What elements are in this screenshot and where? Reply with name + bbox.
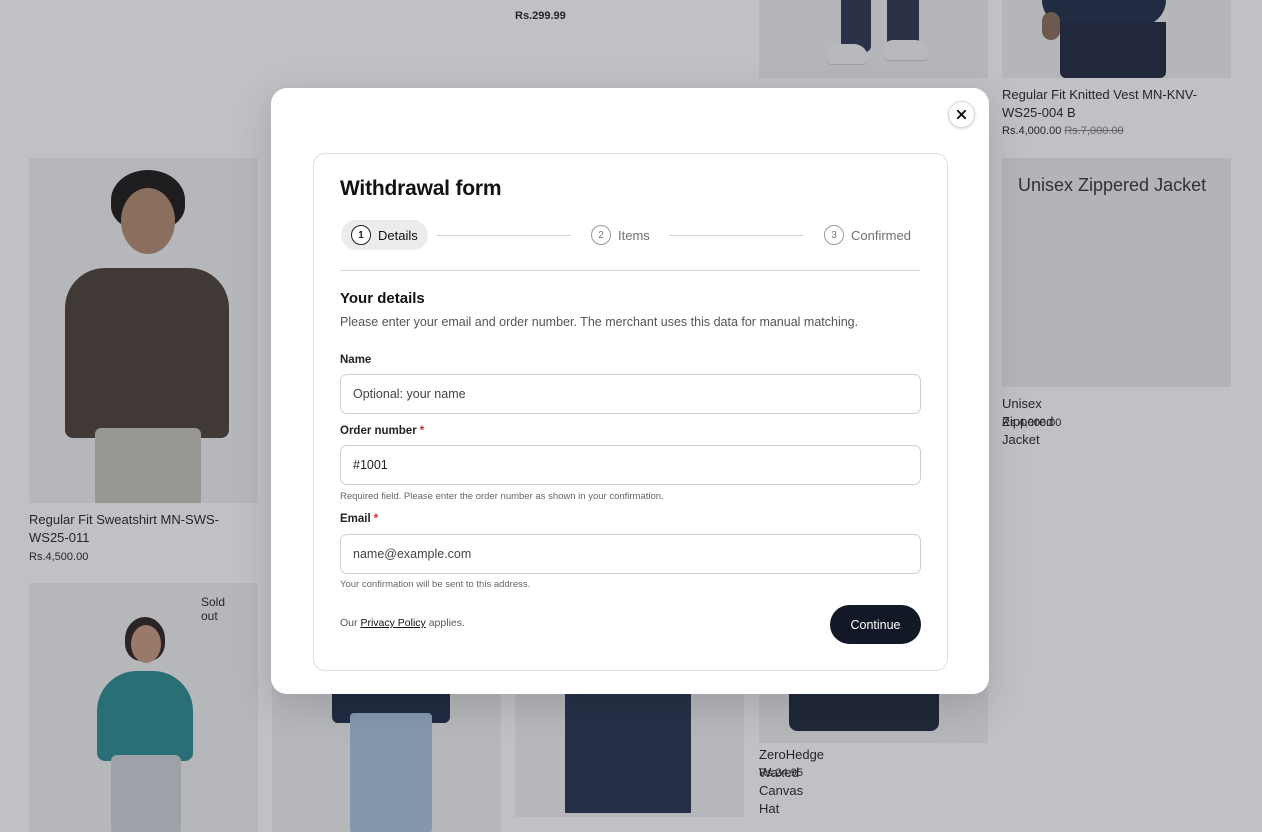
step-number: 2 xyxy=(591,225,611,245)
step-label: Details xyxy=(378,227,418,243)
step-items: 2 Items xyxy=(591,220,650,250)
step-confirmed: 3 Confirmed xyxy=(824,220,911,250)
email-hint: Your confirmation will be sent to this a… xyxy=(340,579,531,590)
required-mark: * xyxy=(373,513,379,525)
order-number-hint: Required field. Please enter the order n… xyxy=(340,491,664,502)
form-title: Withdrawal form xyxy=(340,177,502,200)
close-button[interactable] xyxy=(948,101,975,128)
step-connector xyxy=(669,235,804,236)
email-input[interactable] xyxy=(340,534,921,574)
order-number-label-text: Order number xyxy=(340,425,417,437)
step-label: Items xyxy=(618,227,650,243)
step-label: Confirmed xyxy=(851,227,911,243)
privacy-policy-note: Our Privacy Policy applies. xyxy=(340,617,465,629)
step-number: 3 xyxy=(824,225,844,245)
section-divider xyxy=(340,270,920,271)
policy-suffix: applies. xyxy=(428,617,465,629)
email-label-text: Email xyxy=(340,513,371,525)
close-icon xyxy=(956,109,967,120)
order-number-label: Order number * xyxy=(340,425,424,437)
required-mark: * xyxy=(419,425,425,437)
name-label-text: Name xyxy=(340,354,372,366)
email-label: Email * xyxy=(340,513,378,525)
section-title: Your details xyxy=(340,290,425,307)
name-label: Name xyxy=(340,354,371,366)
privacy-policy-link[interactable]: Privacy Policy xyxy=(360,617,425,629)
policy-prefix: Our xyxy=(340,617,358,629)
step-number: 1 xyxy=(351,225,371,245)
step-details: 1 Details xyxy=(341,220,428,250)
continue-button[interactable]: Continue xyxy=(830,605,921,644)
name-input[interactable] xyxy=(340,374,921,414)
section-description: Please enter your email and order number… xyxy=(340,315,859,329)
order-number-input[interactable] xyxy=(340,445,921,485)
step-connector xyxy=(436,235,571,236)
